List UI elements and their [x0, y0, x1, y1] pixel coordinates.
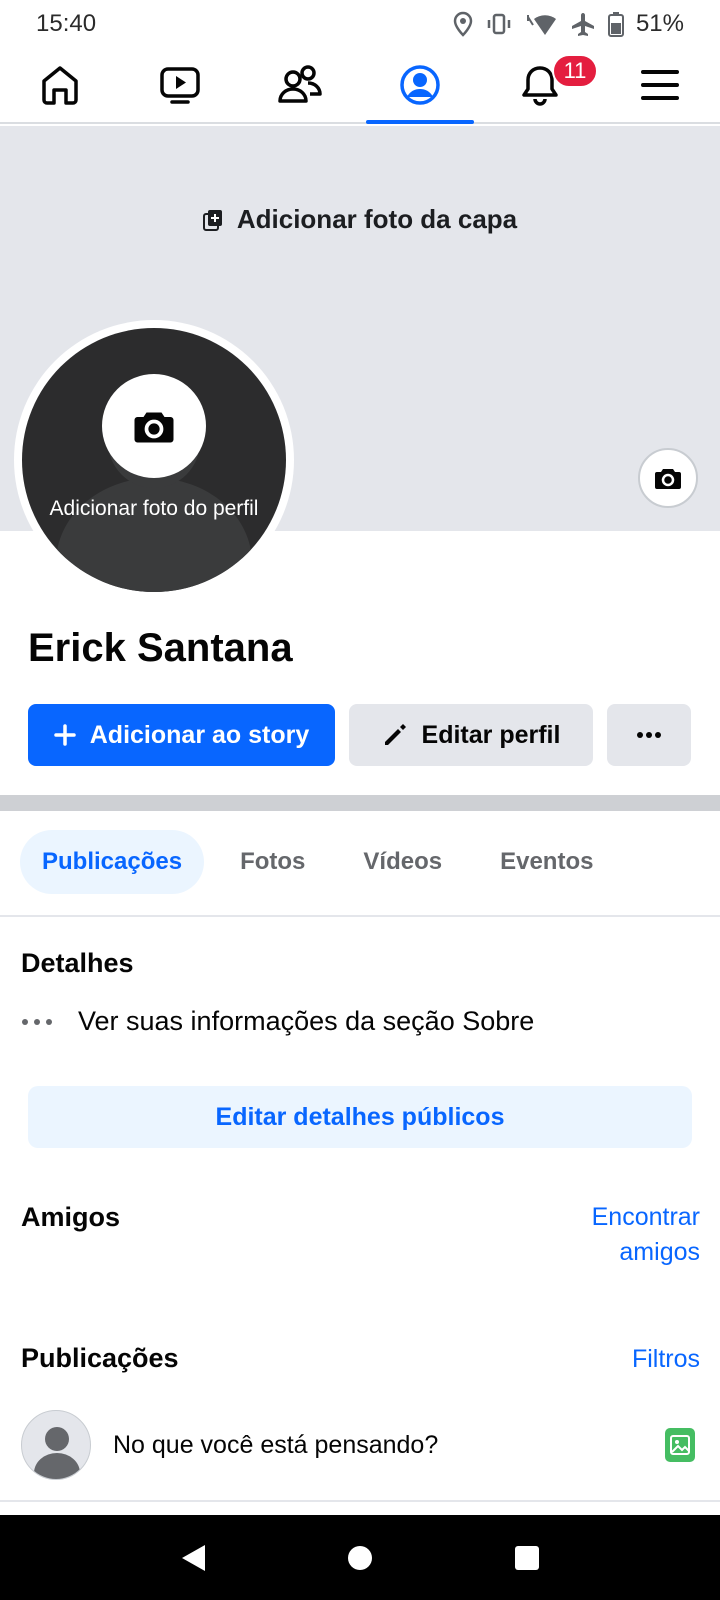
tab-home[interactable] — [0, 48, 120, 122]
profile-icon — [400, 65, 440, 105]
location-icon — [453, 11, 473, 37]
tab-eventos[interactable]: Eventos — [478, 830, 615, 894]
menu-icon — [641, 70, 679, 100]
plus-icon — [54, 724, 76, 746]
edit-profile-button[interactable]: Editar perfil — [349, 704, 593, 766]
home-icon — [42, 66, 78, 105]
camera-icon — [134, 412, 174, 443]
more-icon — [637, 732, 661, 738]
add-cover-photo-button[interactable]: Adicionar foto da capa — [0, 204, 720, 235]
tab-video[interactable] — [120, 48, 240, 122]
filters-link[interactable]: Filtros — [632, 1345, 700, 1374]
about-link-row[interactable]: Ver suas informações da seção Sobre — [22, 1006, 534, 1037]
tab-friends[interactable] — [240, 48, 360, 122]
battery-percent: 51% — [635, 10, 684, 37]
add-to-story-button[interactable]: Adicionar ao story — [28, 704, 335, 766]
tab-notifications[interactable]: 11 — [480, 48, 600, 122]
find-friends-link[interactable]: Encontrar amigos — [592, 1200, 700, 1270]
top-navigation: 11 — [0, 48, 720, 124]
cover-camera-button[interactable] — [638, 448, 698, 508]
vibrate-icon — [487, 13, 511, 35]
details-title: Detalhes — [21, 948, 134, 978]
photo-icon[interactable] — [665, 1428, 695, 1462]
add-profile-photo-label: Adicionar foto do perfil — [49, 497, 259, 520]
back-icon[interactable] — [179, 1543, 207, 1573]
status-icons: 51% — [452, 10, 684, 38]
video-icon — [160, 67, 200, 104]
posts-title: Publicações — [21, 1343, 179, 1373]
tabs-divider — [0, 915, 720, 917]
friends-title: Amigos — [21, 1202, 121, 1232]
avatar — [21, 1410, 91, 1480]
notification-badge: 11 — [552, 54, 598, 88]
add-photo-icon — [202, 209, 222, 231]
profile-avatar: Adicionar foto do perfil — [22, 328, 286, 592]
add-cover-label: Adicionar foto da capa — [236, 204, 518, 234]
composer-prompt[interactable]: No que você está pensando? — [113, 1431, 665, 1460]
profile-name: Erick Santana — [28, 626, 293, 670]
edit-profile-label: Editar perfil — [421, 720, 561, 749]
tab-videos[interactable]: Vídeos — [341, 830, 464, 894]
more-dots-icon — [22, 1018, 56, 1025]
home-button-icon[interactable] — [346, 1544, 374, 1572]
tab-menu[interactable] — [600, 48, 720, 122]
find-friends-line1: Encontrar — [591, 1203, 700, 1231]
find-friends-line2: amigos — [619, 1238, 700, 1266]
profile-tabs: Publicações Fotos Vídeos Eventos — [20, 830, 629, 894]
tab-profile[interactable] — [360, 48, 480, 124]
battery-icon — [607, 12, 624, 37]
system-navigation-bar — [0, 1515, 720, 1600]
image-glyph-icon — [670, 1435, 690, 1455]
status-time: 15:40 — [36, 10, 97, 37]
tab-publicacoes[interactable]: Publicações — [20, 830, 205, 894]
edit-public-details-button[interactable]: Editar detalhes públicos — [28, 1086, 692, 1148]
friends-icon — [278, 65, 322, 103]
airplane-icon — [571, 13, 594, 36]
more-options-button[interactable] — [607, 704, 691, 766]
profile-picture[interactable]: Adicionar foto do perfil — [14, 320, 294, 600]
status-bar: 15:40 51% — [0, 0, 720, 48]
recents-icon[interactable] — [513, 1544, 541, 1572]
wifi-icon — [526, 15, 556, 35]
tab-fotos[interactable]: Fotos — [218, 830, 327, 894]
camera-icon — [655, 469, 681, 489]
add-to-story-label: Adicionar ao story — [89, 720, 310, 749]
about-link-label: Ver suas informações da seção Sobre — [78, 1006, 535, 1036]
profile-actions: Adicionar ao story Editar perfil — [28, 704, 691, 766]
add-profile-photo-button[interactable] — [102, 374, 206, 478]
section-divider — [0, 795, 720, 811]
composer-divider — [0, 1500, 720, 1502]
pencil-icon — [384, 724, 406, 745]
post-composer[interactable]: No que você está pensando? — [21, 1410, 701, 1480]
